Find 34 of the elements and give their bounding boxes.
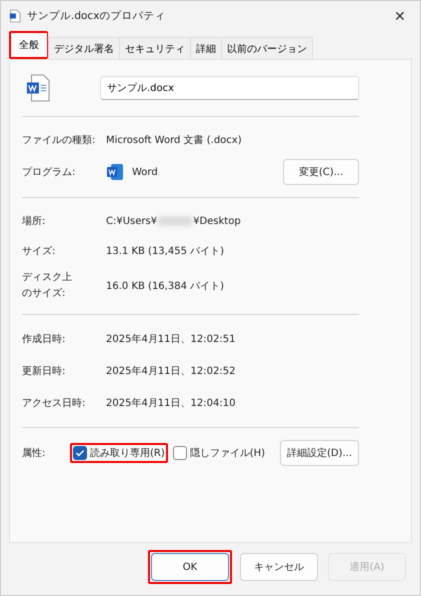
field-value: 2025年4月11日、12:04:10 xyxy=(106,397,236,410)
field-value: 2025年4月11日、12:02:51 xyxy=(106,333,236,346)
close-button[interactable]: ✕ xyxy=(388,6,412,26)
word-document-icon xyxy=(26,74,50,102)
field-label: 場所: xyxy=(22,214,46,228)
tab[interactable]: デジタル署名 xyxy=(48,37,120,59)
dialog-button[interactable]: OK xyxy=(151,553,229,581)
field-value: ¥Desktop xyxy=(193,216,241,226)
advanced-button[interactable]: 詳細設定(D)... xyxy=(280,440,359,466)
field-value: 13.1 KB (13,455 バイト) xyxy=(106,245,224,258)
field-label: アクセス日時: xyxy=(22,396,86,410)
window-title: サンプル.docxのプロパティ xyxy=(27,9,166,23)
tab[interactable]: 全般 xyxy=(11,33,47,57)
change-button[interactable]: 変更(C)... xyxy=(283,159,359,185)
field-label: ディスク上のサイズ: xyxy=(22,270,73,301)
field-value: Word xyxy=(132,166,159,178)
tab[interactable]: 以前のバージョン xyxy=(221,37,313,59)
field-value: C:¥Users¥ xyxy=(106,216,158,226)
field-label: 属性: xyxy=(22,446,46,460)
checkbox[interactable]: 隠しファイル(H) xyxy=(172,446,266,460)
checkbox[interactable]: 読み取り専用(R) xyxy=(73,446,165,460)
word-app-icon xyxy=(106,163,124,181)
field-value: Microsoft Word 文書 (.docx) xyxy=(106,134,242,147)
file-name-field[interactable]: サンプル.docx xyxy=(100,76,359,100)
field-value: 16.0 KB (16,384 バイト) xyxy=(106,280,224,293)
field-label: 更新日時: xyxy=(22,364,66,378)
field-value: 2025年4月11日、12:02:52 xyxy=(106,365,236,378)
field-label: ファイルの種類: xyxy=(22,134,96,147)
field-label: プログラム: xyxy=(22,166,76,179)
document-icon xyxy=(9,9,21,23)
field-label: サイズ: xyxy=(22,245,56,258)
field-label: 作成日時: xyxy=(22,332,66,346)
checkmark-icon xyxy=(74,447,86,459)
dialog-button[interactable]: キャンセル xyxy=(240,553,318,581)
